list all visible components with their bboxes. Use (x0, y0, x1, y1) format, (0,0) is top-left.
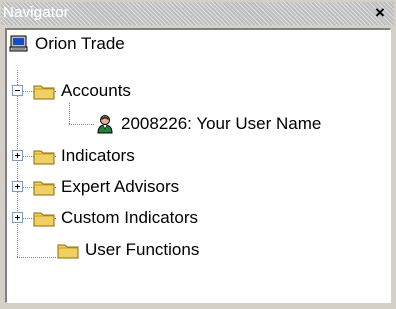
close-button[interactable]: × (372, 4, 388, 22)
navigator-title: Navigator (3, 4, 69, 21)
tree-connector-line (17, 70, 18, 258)
computer-icon (9, 35, 28, 52)
tree-folder-custom-indicators[interactable]: Custom Indicators (33, 204, 198, 232)
folder-icon (33, 212, 55, 226)
expand-toggle[interactable] (12, 181, 23, 192)
tree-folder-label: Expert Advisors (61, 177, 180, 196)
tree-root-item[interactable]: Orion Trade (9, 30, 125, 58)
tree-account-label: 2008226: Your User Name (121, 114, 322, 133)
tree-folder-label: Accounts (61, 81, 131, 100)
folder-icon (33, 150, 55, 164)
tree-folder-label: Custom Indicators (61, 208, 198, 227)
folder-icon (33, 85, 55, 99)
navigator-titlebar[interactable]: Navigator × (1, 2, 394, 25)
folder-icon (57, 244, 79, 258)
tree-connector-line (69, 103, 70, 125)
expand-toggle[interactable] (12, 150, 23, 161)
navigator-panel: Navigator × Orion Trade Accounts 2008226… (0, 0, 396, 309)
tree-folder-expert-advisors[interactable]: Expert Advisors (33, 173, 179, 201)
collapse-toggle[interactable] (12, 85, 23, 96)
tree-folder-indicators[interactable]: Indicators (33, 142, 135, 170)
tree-folder-label: Indicators (61, 146, 135, 165)
tree-connector-line (69, 124, 95, 125)
tree-account-item[interactable]: 2008226: Your User Name (95, 110, 321, 138)
tree-folder-label: User Functions (85, 240, 200, 259)
folder-icon (33, 181, 55, 195)
tree-root-label: Orion Trade (35, 34, 125, 53)
tree-folder-accounts[interactable]: Accounts (33, 77, 131, 105)
expand-toggle[interactable] (12, 212, 23, 223)
user-account-icon (97, 115, 113, 134)
tree-folder-user-functions[interactable]: User Functions (57, 236, 199, 264)
navigator-tree: Orion Trade Accounts 2008226: Your User … (5, 28, 391, 303)
tree-connector-line (17, 257, 57, 258)
